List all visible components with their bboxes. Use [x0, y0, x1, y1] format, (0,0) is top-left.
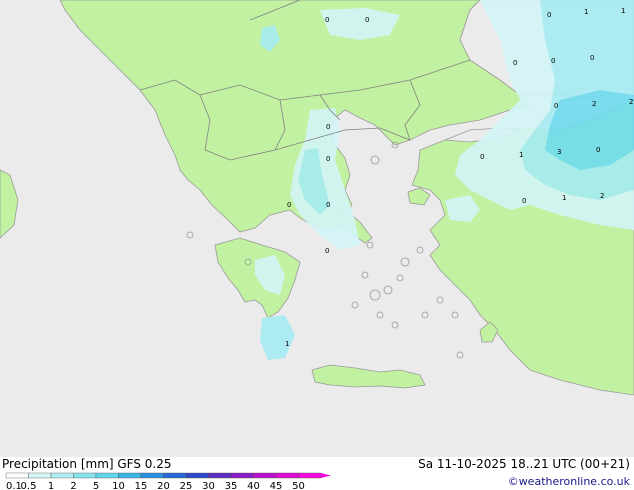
- scale-label: 5: [93, 481, 99, 490]
- label-extra: 0: [325, 247, 329, 255]
- map-title: Precipitation [mm] GFS 0.25: [2, 457, 172, 471]
- scale-label: 20: [157, 481, 170, 490]
- precip-label: 0: [554, 102, 558, 110]
- scale-label: 0.1: [6, 481, 22, 490]
- scale-label: 1: [48, 481, 54, 490]
- scale-arrow-tip: [321, 473, 331, 478]
- scale-label: 25: [180, 481, 193, 490]
- precip-zone-north: [320, 8, 400, 40]
- scale-swatch: [185, 472, 209, 479]
- precip-label: 2: [629, 98, 633, 106]
- scale-label: 0.5: [21, 481, 37, 490]
- scale-swatch: [5, 472, 29, 479]
- map-footer: Precipitation [mm] GFS 0.25 Sa 11-10-202…: [0, 457, 634, 490]
- precip-label: 2: [600, 192, 604, 200]
- precip-label: 1: [562, 194, 566, 202]
- precip-label: 0: [326, 201, 330, 209]
- precip-label: 0: [522, 197, 526, 205]
- precip-label: 0: [365, 16, 369, 24]
- precip-label: 0: [547, 11, 551, 19]
- scale-swatch: [73, 472, 97, 479]
- scale-label: 15: [135, 481, 148, 490]
- scale-label: 40: [247, 481, 260, 490]
- scale-swatch: [28, 472, 52, 479]
- scale-label: 10: [112, 481, 125, 490]
- scale-swatch: [208, 472, 232, 479]
- precip-label: 0: [325, 247, 329, 255]
- scale-swatch: [140, 472, 164, 479]
- precip-label: 0: [513, 59, 517, 67]
- precip-label: 1: [621, 7, 625, 15]
- scale-label: 45: [270, 481, 283, 490]
- scale-swatch: [163, 472, 187, 479]
- precip-label: 0: [590, 54, 594, 62]
- precip-label: 0: [326, 155, 330, 163]
- map-canvas: 0 0 0 1 1 0 0 0 0 2 2 0 1 3 0 0 1 2 0 0 …: [0, 0, 634, 457]
- scale-swatch: [253, 472, 277, 479]
- precip-label: 0: [326, 123, 330, 131]
- forecast-datetime: Sa 11-10-2025 18..21 UTC (00+21): [418, 457, 630, 471]
- scale-swatch: [95, 472, 119, 479]
- precip-label: 1: [285, 340, 289, 348]
- precip-label: 0: [596, 146, 600, 154]
- precip-color-scale: 0.10.5 1 2 5 10 15 20 25 30 35 40 45 50: [5, 472, 331, 490]
- precip-label: 1: [584, 8, 588, 16]
- scale-swatch: [298, 472, 322, 479]
- precip-label: 2: [592, 100, 596, 108]
- precip-label: 0: [287, 201, 291, 209]
- precip-label: 0: [551, 57, 555, 65]
- scale-label: 30: [202, 481, 215, 490]
- scale-label: 35: [225, 481, 238, 490]
- precip-label: 0: [480, 153, 484, 161]
- source-credit[interactable]: ©weatheronline.co.uk: [508, 475, 630, 488]
- scale-swatch: [50, 472, 74, 479]
- precip-label: 0: [325, 16, 329, 24]
- scale-swatch: [275, 472, 299, 479]
- precip-label: 3: [557, 148, 561, 156]
- scale-swatch: [118, 472, 142, 479]
- scale-swatch: [230, 472, 254, 479]
- precipitation-map: 0 0 0 1 1 0 0 0 0 2 2 0 1 3 0 0 1 2 0 0 …: [0, 0, 634, 457]
- precip-label: 1: [519, 151, 523, 159]
- scale-label: 50: [292, 481, 305, 490]
- scale-label: 2: [70, 481, 76, 490]
